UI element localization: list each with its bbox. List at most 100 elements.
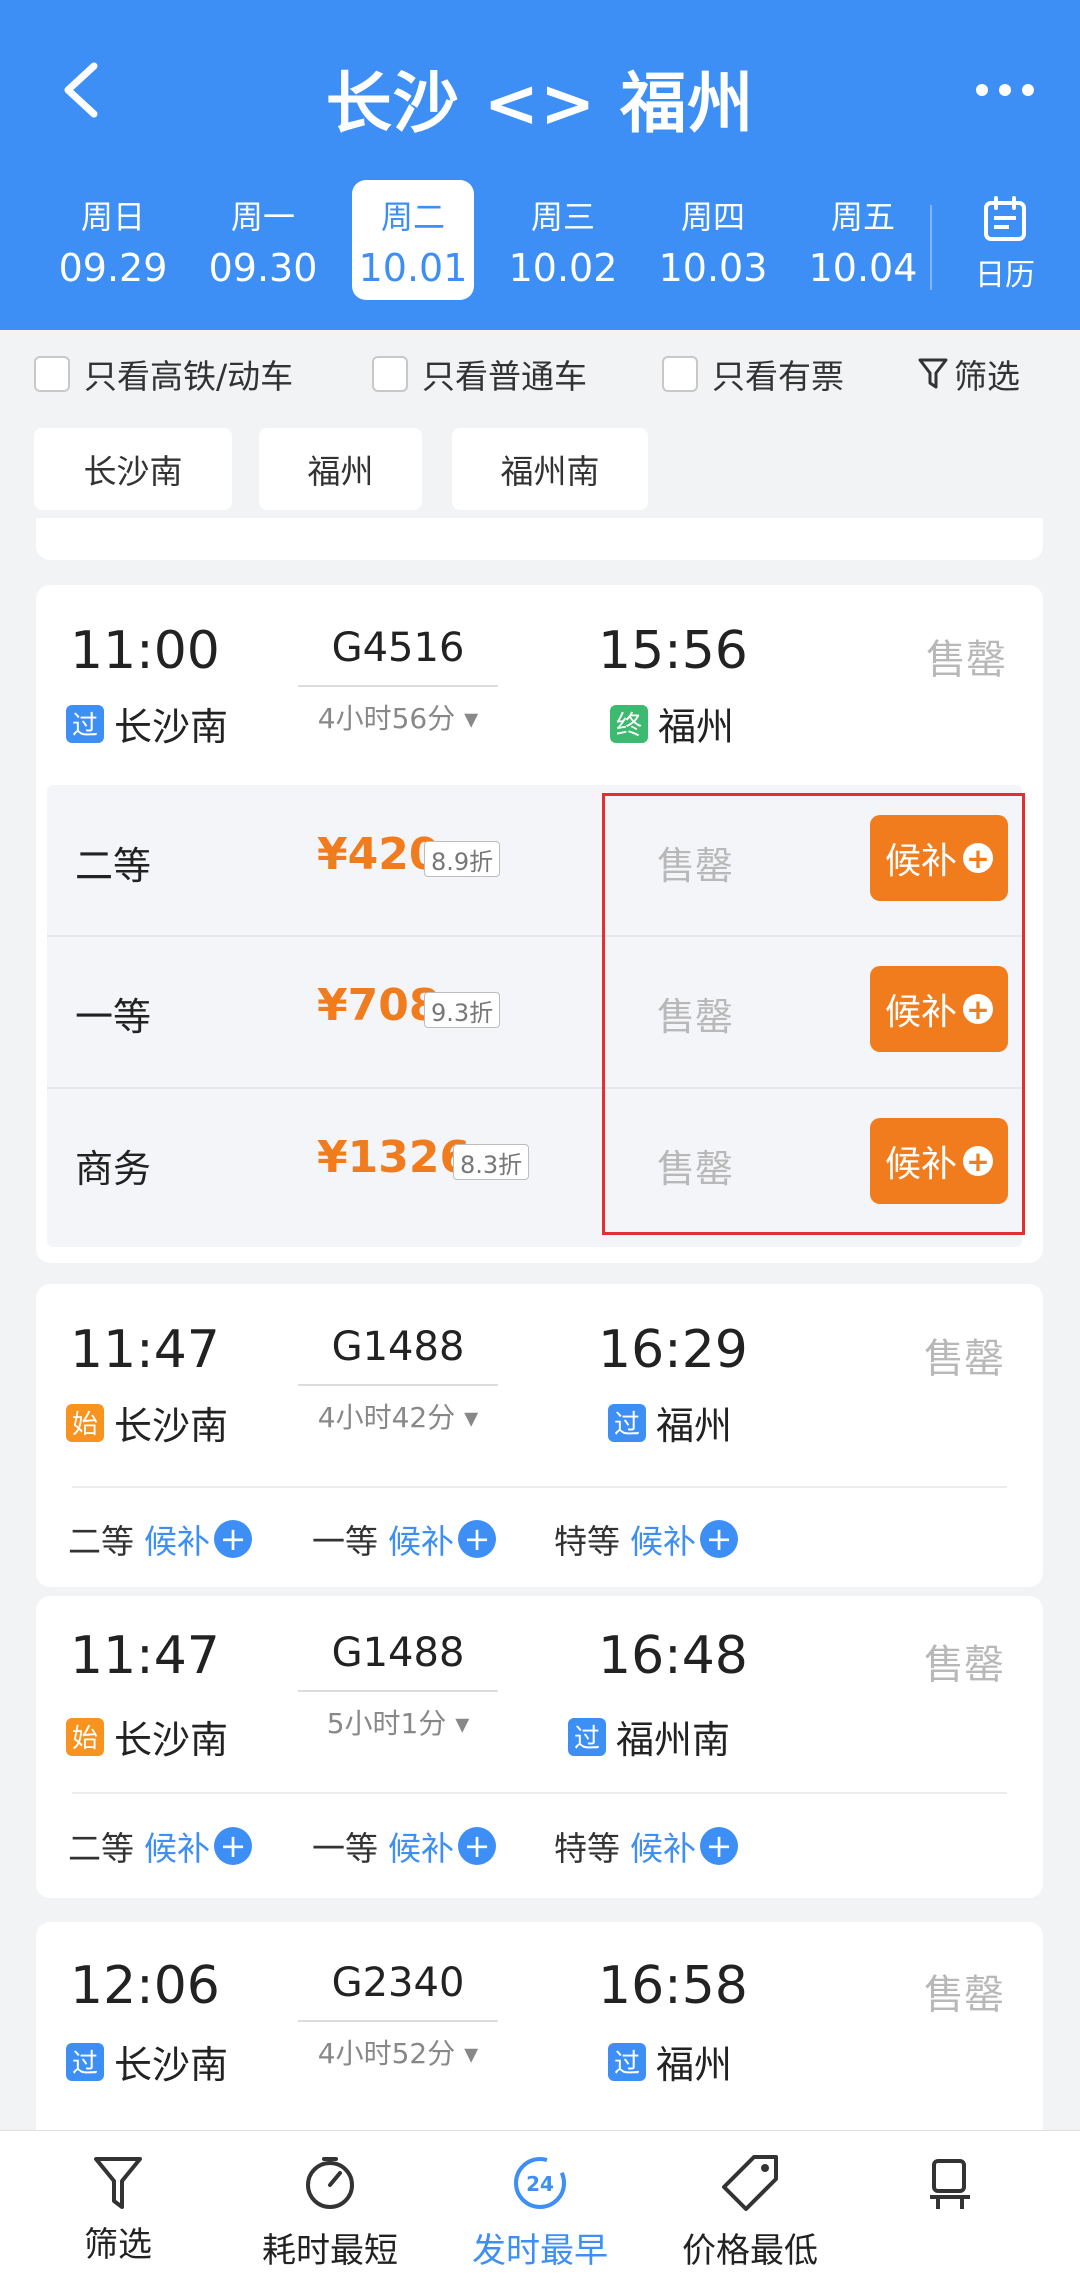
seat-option-button[interactable] xyxy=(900,2131,1000,2217)
plus-icon: + xyxy=(700,1520,738,1558)
divider xyxy=(930,205,932,290)
from-station: 过长沙南 xyxy=(66,696,228,751)
station-chip[interactable]: 长沙南 xyxy=(34,428,232,510)
station-chip[interactable]: 福州 xyxy=(259,428,422,510)
seat-price: ¥420 xyxy=(317,829,440,880)
to-station: 终福州 xyxy=(610,696,734,751)
duration[interactable]: 4小时42分 ▾ xyxy=(298,1396,498,1436)
date-tab-selected[interactable]: 周二 10.01 xyxy=(352,180,474,300)
highlight-box xyxy=(602,793,1025,1235)
bottom-sort-bar: 筛选 耗时最短 24 发时最早 价格最低 xyxy=(0,2130,1080,2277)
available-only-checkbox[interactable]: 只看有票 xyxy=(662,350,844,398)
date-selector: 周日 09.29 周一 09.30 周二 10.01 周三 10.02 周四 10.03 … xyxy=(38,180,938,305)
chevron-down-icon: ▾ xyxy=(464,702,479,735)
sort-earliest-button[interactable]: 24 发时最早 xyxy=(440,2131,640,2272)
station-chip[interactable]: 福州南 xyxy=(452,428,648,510)
train-card[interactable]: 11:47 G1488 4小时42分 ▾ 16:29 售罄 始长沙南 过福州 二… xyxy=(36,1284,1043,1587)
seat-waitlist[interactable]: 二等 候补 + xyxy=(68,1822,252,1870)
arrival-time: 16:48 xyxy=(598,1626,748,1686)
departure-time: 12:06 xyxy=(70,1956,220,2016)
seat-class: 二等 xyxy=(75,844,152,888)
header: 长沙 <> 福州 周日 09.29 周一 09.30 周二 10.01 周三 10.02… xyxy=(0,0,1080,330)
pass-tag: 过 xyxy=(608,1403,646,1442)
date-tab[interactable]: 周三 10.02 xyxy=(488,180,638,300)
price-tag-icon xyxy=(722,2155,778,2211)
to-station: 过福州 xyxy=(608,2034,732,2089)
plus-icon: + xyxy=(458,1520,496,1558)
from-station: 始长沙南 xyxy=(66,1709,228,1764)
date-tab[interactable]: 周日 09.29 xyxy=(38,180,188,300)
timer-icon xyxy=(306,2157,354,2209)
chevron-down-icon: ▾ xyxy=(464,2037,479,2070)
arrival-time: 16:58 xyxy=(598,1956,748,2016)
discount-badge: 8.3折 xyxy=(453,1144,530,1180)
filter-button[interactable]: 筛选 xyxy=(918,350,1020,398)
more-icon[interactable] xyxy=(970,70,1040,110)
checkbox-box xyxy=(34,356,70,392)
seat-waitlist[interactable]: 特等 候补 + xyxy=(554,1515,738,1563)
filter-icon xyxy=(94,2157,142,2209)
discount-badge: 9.3折 xyxy=(424,992,501,1028)
seat-icon xyxy=(930,2159,970,2209)
duration[interactable]: 4小时52分 ▾ xyxy=(298,2032,498,2072)
status-badge: 售罄 xyxy=(926,637,1006,683)
sort-cheapest-button[interactable]: 价格最低 xyxy=(650,2131,850,2272)
from-station: 始长沙南 xyxy=(66,1395,228,1450)
hsr-only-checkbox[interactable]: 只看高铁/动车 xyxy=(34,350,293,398)
status-badge: 售罄 xyxy=(924,1642,1004,1688)
plus-icon: + xyxy=(458,1827,496,1865)
duration-divider xyxy=(298,1384,498,1386)
seat-price: ¥1326 xyxy=(317,1132,471,1183)
arrival-time: 15:56 xyxy=(598,621,748,681)
route-title: 长沙 <> 福州 xyxy=(325,65,755,142)
date-tab[interactable]: 周一 09.30 xyxy=(188,180,338,300)
departure-time: 11:47 xyxy=(70,1626,220,1686)
plus-icon: + xyxy=(700,1827,738,1865)
svg-text:24: 24 xyxy=(526,2172,554,2196)
checkbox-box xyxy=(372,356,408,392)
duration[interactable]: 4小时56分 ▾ xyxy=(298,697,498,737)
train-card[interactable]: 11:47 G1488 5小时1分 ▾ 16:48 售罄 始长沙南 过福州南 二… xyxy=(36,1596,1043,1898)
chevron-down-icon: ▾ xyxy=(464,1401,479,1434)
divider xyxy=(72,1486,1007,1488)
train-number: G2340 xyxy=(331,1960,465,2006)
pass-tag: 过 xyxy=(608,2042,646,2081)
status-badge: 售罄 xyxy=(924,1336,1004,1382)
seat-class: 商务 xyxy=(75,1147,152,1191)
departure-time: 11:00 xyxy=(70,621,220,681)
pass-tag: 过 xyxy=(568,1717,606,1756)
train-card-partial xyxy=(36,518,1043,560)
seat-waitlist[interactable]: 二等 候补 + xyxy=(68,1515,252,1563)
divider xyxy=(72,1792,1007,1794)
normal-only-checkbox[interactable]: 只看普通车 xyxy=(372,350,587,398)
train-number: G1488 xyxy=(331,1630,465,1676)
duration-divider xyxy=(298,685,498,687)
date-tab[interactable]: 周四 10.03 xyxy=(638,180,788,300)
status-badge: 售罄 xyxy=(924,1972,1004,2018)
from-station: 过长沙南 xyxy=(66,2034,228,2089)
calendar-button[interactable]: 日历 xyxy=(955,196,1055,294)
sort-shortest-button[interactable]: 耗时最短 xyxy=(230,2131,430,2272)
date-tab[interactable]: 周五 10.04 xyxy=(788,180,938,300)
calendar-icon xyxy=(984,196,1026,241)
train-number: G1488 xyxy=(331,1324,465,1370)
discount-badge: 8.9折 xyxy=(424,841,501,877)
duration-divider xyxy=(298,2020,498,2022)
pass-tag: 过 xyxy=(66,2042,104,2081)
filter-icon xyxy=(918,358,948,389)
terminal-tag: 终 xyxy=(610,704,648,743)
seat-waitlist[interactable]: 特等 候补 + xyxy=(554,1822,738,1870)
seat-waitlist[interactable]: 一等 候补 + xyxy=(312,1515,496,1563)
sort-filter-button[interactable]: 筛选 xyxy=(18,2131,218,2266)
plus-icon: + xyxy=(214,1827,252,1865)
arrival-time: 16:29 xyxy=(598,1320,748,1380)
seat-waitlist[interactable]: 一等 候补 + xyxy=(312,1822,496,1870)
train-card[interactable]: 12:06 G2340 4小时52分 ▾ 16:58 售罄 过长沙南 过福州 xyxy=(36,1922,1043,2152)
origin-tag: 始 xyxy=(66,1717,104,1756)
plus-icon: + xyxy=(214,1520,252,1558)
to-station: 过福州南 xyxy=(568,1709,730,1764)
checkbox-box xyxy=(662,356,698,392)
duration[interactable]: 5小时1分 ▾ xyxy=(298,1702,498,1742)
seat-price: ¥708 xyxy=(317,980,440,1031)
clock-24-icon: 24 xyxy=(514,2157,566,2209)
